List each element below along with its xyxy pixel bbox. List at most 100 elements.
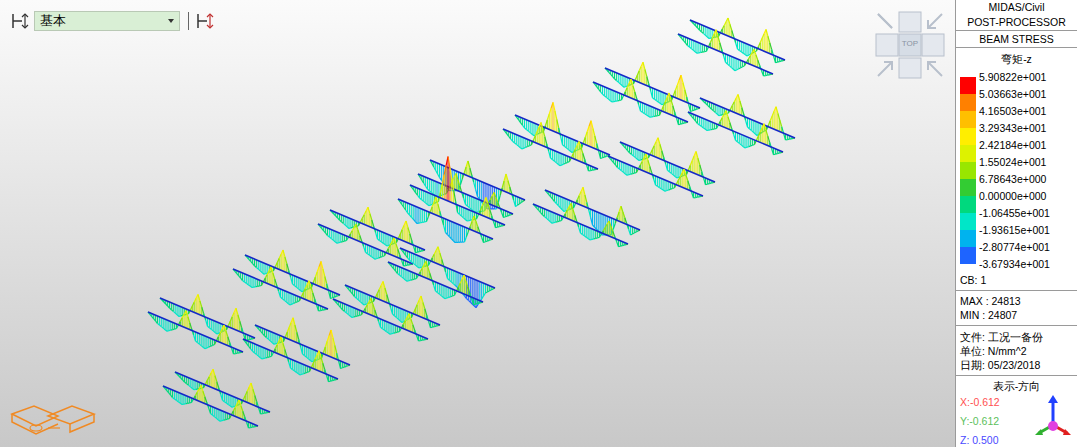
moment-outline bbox=[609, 221, 611, 226]
moment-hatch bbox=[745, 136, 746, 148]
moment-hatch bbox=[586, 226, 587, 237]
moment-outline bbox=[656, 101, 658, 102]
moment-hatch bbox=[575, 141, 576, 151]
moment-hatch bbox=[607, 216, 608, 234]
beam-element[interactable] bbox=[545, 190, 640, 230]
moment-outline bbox=[376, 233, 378, 239]
moment-outline bbox=[596, 237, 598, 239]
beam-element[interactable] bbox=[318, 224, 413, 264]
beam-element[interactable] bbox=[605, 68, 700, 108]
moment-outline bbox=[400, 230, 402, 234]
beam-element[interactable] bbox=[430, 160, 525, 200]
moment-outline bbox=[526, 146, 528, 148]
moment-outline bbox=[760, 38, 762, 42]
beam-element[interactable] bbox=[503, 129, 598, 169]
moment-outline bbox=[621, 171, 623, 173]
moment-outline bbox=[432, 202, 434, 207]
moment-outline bbox=[474, 182, 476, 189]
moment-hatch bbox=[333, 230, 334, 240]
moment-hatch bbox=[487, 184, 488, 209]
moment-outline bbox=[424, 183, 426, 186]
moment-outline bbox=[336, 295, 338, 297]
moment-hatch bbox=[736, 98, 737, 113]
moment-hatch bbox=[624, 76, 625, 87]
moment-hatch bbox=[726, 22, 727, 36]
model-view[interactable]: 基本TOP bbox=[0, 0, 955, 447]
moment-hatch bbox=[577, 146, 578, 161]
moment-outline bbox=[631, 234, 633, 235]
moment-hatch bbox=[473, 197, 474, 211]
moment-hatch bbox=[404, 225, 405, 241]
moment-outline bbox=[711, 109, 713, 111]
moment-hatch bbox=[604, 87, 605, 96]
beam-stress-diagram bbox=[0, 0, 955, 447]
moment-hatch bbox=[653, 108, 654, 117]
beam-element[interactable] bbox=[515, 115, 610, 155]
moment-hatch bbox=[481, 182, 482, 202]
moment-hatch bbox=[459, 206, 460, 214]
moment-outline bbox=[265, 274, 267, 278]
moment-outline bbox=[387, 245, 389, 247]
moment-hatch bbox=[302, 279, 303, 292]
moment-outline bbox=[414, 190, 416, 193]
beam-element[interactable] bbox=[398, 199, 493, 239]
moment-outline bbox=[669, 189, 671, 191]
moment-hatch bbox=[385, 233, 386, 244]
moment-outline bbox=[549, 108, 551, 114]
moment-hatch bbox=[460, 225, 461, 242]
moment-outline bbox=[736, 140, 738, 142]
moment-hatch bbox=[253, 278, 254, 287]
moment-hatch bbox=[646, 104, 647, 114]
beam-element[interactable] bbox=[620, 142, 715, 182]
moment-hatch bbox=[298, 277, 299, 288]
moment-hatch bbox=[435, 181, 436, 195]
beam-element[interactable] bbox=[330, 210, 425, 250]
beam-element[interactable] bbox=[593, 82, 688, 122]
moment-outline bbox=[640, 161, 642, 165]
moment-hatch bbox=[293, 295, 294, 304]
moment-outline bbox=[448, 157, 450, 168]
moment-hatch bbox=[749, 119, 750, 129]
moment-hatch bbox=[552, 212, 553, 223]
moment-outline bbox=[643, 62, 645, 69]
beam-element[interactable] bbox=[688, 112, 783, 152]
moment-outline bbox=[699, 52, 701, 54]
beam-element[interactable] bbox=[533, 204, 628, 244]
beam-element[interactable] bbox=[678, 34, 773, 74]
moment-outline bbox=[603, 94, 605, 96]
moment-outline bbox=[590, 239, 592, 241]
moment-outline bbox=[456, 174, 458, 180]
moment-outline bbox=[252, 287, 254, 289]
moment-hatch bbox=[739, 134, 740, 144]
moment-outline bbox=[507, 215, 509, 217]
moment-hatch bbox=[438, 183, 439, 197]
beam-element[interactable] bbox=[410, 185, 505, 225]
beam-element[interactable] bbox=[608, 156, 703, 196]
moment-hatch bbox=[642, 152, 643, 160]
moment-outline bbox=[535, 131, 537, 135]
moment-hatch bbox=[595, 230, 596, 238]
moment-outline bbox=[465, 237, 467, 242]
moment-outline bbox=[738, 95, 740, 102]
moment-outline bbox=[590, 170, 592, 172]
moment-hatch bbox=[535, 124, 536, 135]
moment-outline bbox=[562, 210, 564, 212]
moment-outline bbox=[579, 191, 581, 195]
moment-outline bbox=[322, 229, 324, 231]
moment-outline bbox=[651, 91, 653, 98]
beam-element[interactable] bbox=[690, 20, 785, 60]
beam-element[interactable] bbox=[245, 255, 340, 295]
moment-outline bbox=[501, 225, 503, 227]
moment-hatch bbox=[598, 212, 599, 231]
moment-hatch bbox=[712, 122, 713, 129]
moment-hatch bbox=[431, 180, 432, 193]
moment-hatch bbox=[255, 279, 256, 287]
moment-outline bbox=[442, 175, 444, 184]
moment-outline bbox=[618, 82, 620, 84]
moment-outline bbox=[701, 32, 703, 34]
moment-hatch bbox=[539, 127, 540, 144]
moment-outline bbox=[650, 116, 652, 118]
moment-outline bbox=[671, 188, 673, 190]
beam-element[interactable] bbox=[700, 98, 795, 138]
moment-outline bbox=[779, 60, 781, 62]
